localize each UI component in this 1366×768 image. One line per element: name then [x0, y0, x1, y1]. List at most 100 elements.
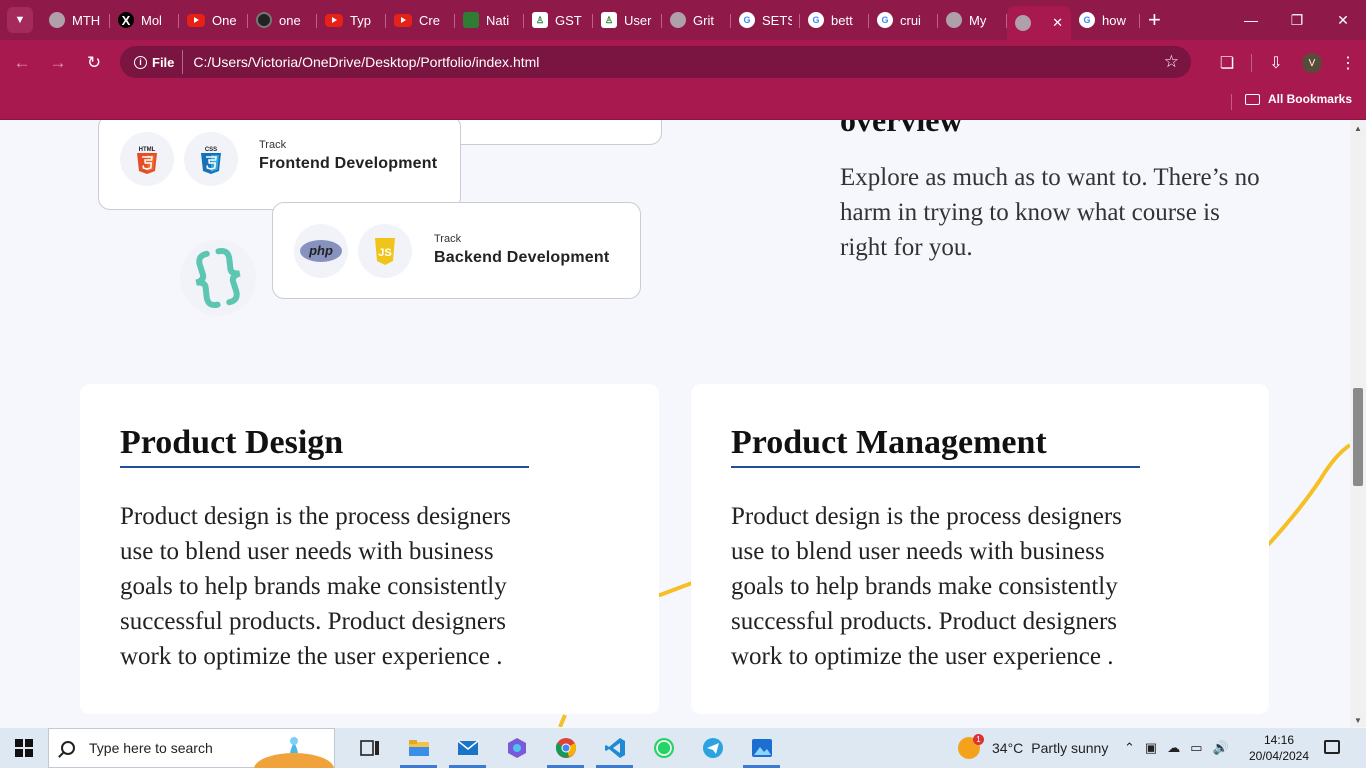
tab-title: Cre	[419, 12, 440, 28]
copilot-icon[interactable]	[492, 728, 541, 768]
tab-title: how	[1102, 12, 1126, 28]
track-card-backend[interactable]: php JS Track Backend Development	[272, 202, 641, 299]
search-placeholder: Type here to search	[89, 740, 213, 756]
weather-condition: Partly sunny	[1031, 740, 1109, 756]
track-name: Frontend Development	[259, 155, 438, 172]
file-explorer-icon[interactable]	[394, 728, 443, 768]
all-bookmarks-button[interactable]: All Bookmarks	[1244, 92, 1352, 106]
google-icon: G	[739, 12, 755, 28]
bookmark-star-icon[interactable]: ☆	[1164, 52, 1179, 72]
tab-title: one	[279, 12, 301, 28]
taskbar-clock[interactable]: 14:16 20/04/2024	[1247, 732, 1311, 764]
chrome-icon[interactable]	[541, 728, 590, 768]
svg-text:php: php	[308, 243, 333, 258]
site-info-chip[interactable]: i File	[124, 50, 184, 74]
tab-title: User	[624, 12, 652, 28]
tab-title: Mol	[141, 12, 162, 28]
javascript-icon: JS	[358, 224, 412, 278]
page-viewport[interactable]: HTML CSS Track Frontend Development php …	[0, 120, 1350, 727]
extensions-icon[interactable]: ❏	[1209, 53, 1245, 73]
browser-tab[interactable]: One	[179, 4, 248, 36]
meet-now-icon[interactable]: ▣	[1145, 740, 1157, 756]
tab-bar: ▼ MTH X Mol One one Typ Cre Nati ♙ GST ♙ User Grit G S…	[0, 0, 1366, 40]
forward-button[interactable]: →	[40, 53, 76, 73]
clock-time: 14:16	[1263, 733, 1295, 747]
partly-sunny-icon: 1	[958, 734, 984, 759]
tab-search-button[interactable]: ▼	[7, 7, 33, 33]
taskbar-search-box[interactable]: Type here to search	[48, 728, 335, 768]
search-icon	[61, 741, 75, 755]
weather-widget[interactable]: 1 34°C Partly sunny	[958, 728, 1108, 768]
photos-icon[interactable]	[737, 728, 786, 768]
battery-icon[interactable]: ▭	[1190, 740, 1202, 756]
code-braces-icon	[180, 240, 256, 316]
browser-tab[interactable]: Nati	[455, 4, 524, 36]
browser-tab[interactable]: MTH	[41, 4, 110, 36]
network-icon[interactable]: ☁	[1167, 740, 1180, 756]
scroll-up-icon[interactable]: ▲	[1350, 124, 1366, 133]
css3-icon: CSS	[184, 132, 238, 186]
youtube-icon	[187, 13, 205, 27]
youtube-icon	[325, 13, 343, 27]
course-title: Product Management	[731, 424, 1047, 461]
back-button[interactable]: ←	[4, 53, 40, 73]
browser-tab[interactable]: My	[938, 4, 1007, 36]
profile-avatar[interactable]: V	[1302, 53, 1322, 73]
browser-tab[interactable]: X Mol	[110, 4, 179, 36]
notifications-icon[interactable]	[1324, 740, 1340, 754]
address-bar[interactable]: i File C:/Users/Victoria/OneDrive/Deskto…	[120, 46, 1191, 78]
volume-icon[interactable]: 🔊	[1213, 740, 1229, 756]
browser-tab[interactable]: G SETS	[731, 4, 800, 36]
weather-temp: 34°C	[992, 740, 1024, 756]
google-icon: G	[1079, 12, 1095, 28]
telegram-icon[interactable]	[688, 728, 737, 768]
course-card-product-design[interactable]: Product Design Product design is the pro…	[80, 384, 659, 714]
browser-toolbar: ← → ↻ i File C:/Users/Victoria/OneDrive/…	[0, 40, 1366, 86]
google-icon: G	[877, 12, 893, 28]
course-card-product-management[interactable]: Product Management Product design is the…	[691, 384, 1269, 714]
taskbar-apps	[345, 728, 786, 768]
track-label: Track	[259, 139, 287, 151]
whatsapp-icon[interactable]	[639, 728, 688, 768]
download-icon[interactable]: ⇩	[1258, 53, 1294, 73]
close-window-icon[interactable]: ✕	[1320, 0, 1366, 40]
globe-icon	[946, 12, 962, 28]
browser-tab[interactable]: one	[248, 4, 317, 36]
tab-title: Typ	[350, 12, 371, 28]
close-tab-icon[interactable]: ✕	[1052, 15, 1063, 31]
vscode-icon[interactable]	[590, 728, 639, 768]
browser-tab[interactable]: Grit	[662, 4, 731, 36]
tab-title: Nati	[486, 12, 510, 28]
scrollbar-thumb[interactable]	[1353, 388, 1363, 486]
windows-taskbar: Type here to search 1 34°C Partly sunny …	[0, 728, 1366, 768]
track-label: Track	[434, 233, 462, 245]
gst-icon: ♙	[532, 12, 548, 28]
restore-icon[interactable]: ❐	[1274, 0, 1320, 40]
browser-tab[interactable]: Gcrui	[869, 4, 938, 36]
php-icon: php	[294, 224, 348, 278]
browser-tab[interactable]: Gbett	[800, 4, 869, 36]
new-tab-button[interactable]: +	[1148, 7, 1161, 33]
menu-kebab-icon[interactable]: ⋮	[1330, 53, 1366, 73]
track-card-frontend[interactable]: HTML CSS Track Frontend Development	[98, 120, 461, 210]
search-highlight-illustration	[254, 729, 334, 768]
tab-title: crui	[900, 12, 921, 28]
browser-tab[interactable]: ♙ User	[593, 4, 662, 36]
browser-tab[interactable]: Cre	[386, 4, 455, 36]
browser-tab[interactable]: Ghow	[1071, 4, 1140, 36]
browser-tab[interactable]: Typ	[317, 4, 386, 36]
start-button[interactable]	[0, 739, 48, 757]
chevron-up-icon[interactable]: ⌃	[1124, 740, 1135, 756]
minimize-icon[interactable]: —	[1228, 0, 1274, 40]
svg-text:JS: JS	[378, 247, 391, 259]
svg-text:HTML: HTML	[139, 147, 156, 153]
task-view-icon[interactable]	[345, 728, 394, 768]
notification-badge: 1	[973, 734, 984, 745]
mail-icon[interactable]	[443, 728, 492, 768]
divider	[1231, 94, 1232, 110]
reload-button[interactable]: ↻	[76, 53, 112, 73]
scroll-down-icon[interactable]: ▼	[1350, 716, 1366, 725]
browser-tab[interactable]: ♙ GST	[524, 4, 593, 36]
browser-tab[interactable]: ✕	[1007, 6, 1071, 40]
page-scrollbar[interactable]: ▲ ▼	[1350, 120, 1366, 727]
